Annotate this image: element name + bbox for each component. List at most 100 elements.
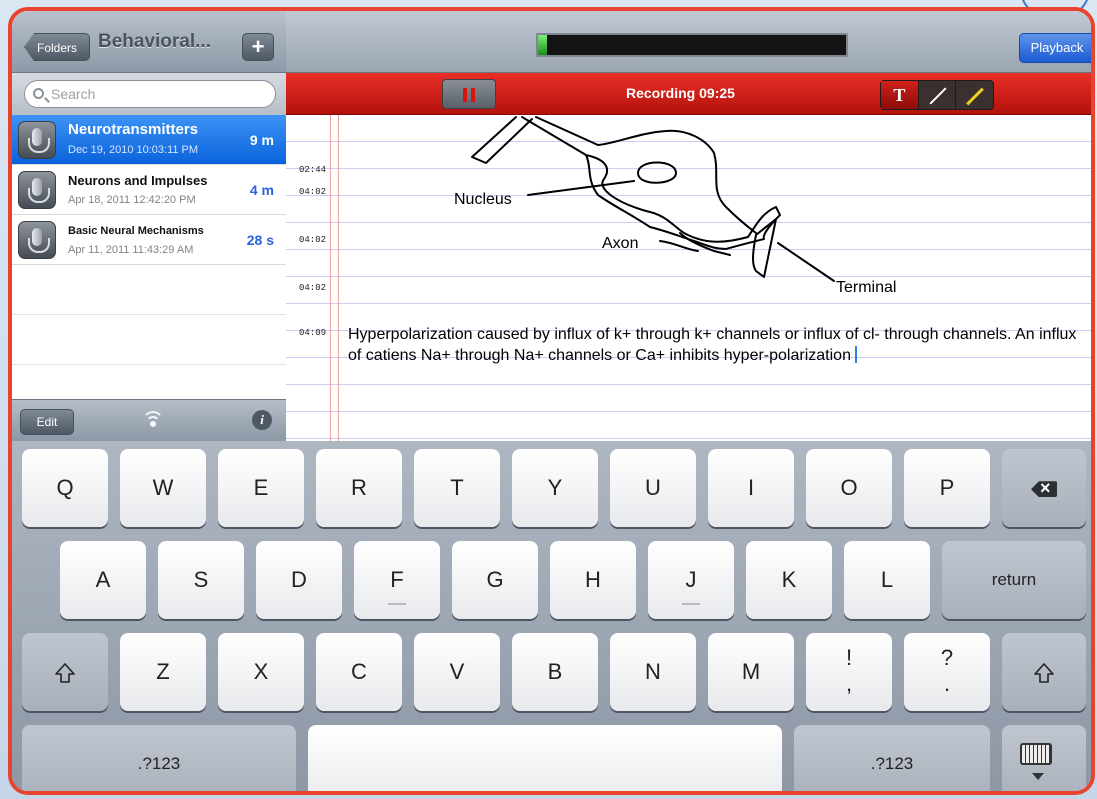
- info-icon[interactable]: i: [252, 410, 272, 430]
- backspace-key[interactable]: [1002, 449, 1086, 527]
- note-body: Hyperpolarization caused by influx of k+…: [348, 326, 1077, 364]
- nucleus-outline: [637, 161, 677, 184]
- key-l[interactable]: L: [844, 541, 930, 619]
- key-v[interactable]: V: [414, 633, 500, 711]
- return-key[interactable]: return: [942, 541, 1086, 619]
- recording-item-neurons-and-impulses[interactable]: Neurons and Impulses Apr 18, 2011 12:42:…: [12, 165, 286, 215]
- recording-duration: 9 m: [249, 132, 274, 148]
- microphone-icon: [18, 221, 56, 259]
- period-glyph: .: [943, 671, 951, 696]
- recording-title: Neurotransmitters: [68, 121, 199, 138]
- recording-item-basic-neural-mechanisms[interactable]: Basic Neural Mechanisms Apr 11, 2011 11:…: [12, 215, 286, 265]
- recording-duration: 28 s: [246, 232, 274, 248]
- key-x[interactable]: X: [218, 633, 304, 711]
- recording-title: Basic Neural Mechanisms: [68, 225, 204, 237]
- folder-title: Behavioral...: [98, 31, 211, 52]
- add-recording-button[interactable]: +: [242, 33, 274, 61]
- key-exclaim-comma[interactable]: ! ,: [806, 633, 892, 711]
- home-row-marker: [682, 603, 700, 605]
- recording-date: Dec 19, 2010 10:03:11 PM: [68, 144, 199, 156]
- highlighter-tool-button[interactable]: [956, 81, 993, 109]
- key-y[interactable]: Y: [512, 449, 598, 527]
- text-cursor: [854, 346, 857, 363]
- microphone-icon: [18, 171, 56, 209]
- app-frame: Folders Behavioral... + Search Neurotran…: [8, 7, 1095, 795]
- recording-date: Apr 11, 2011 11:43:29 AM: [68, 244, 194, 256]
- numbers-key-right[interactable]: .?123: [794, 725, 990, 791]
- line-tool-button[interactable]: [919, 81, 957, 109]
- audio-level-meter: [536, 33, 848, 57]
- shift-icon: [55, 663, 75, 683]
- key-c[interactable]: C: [316, 633, 402, 711]
- key-f[interactable]: F: [354, 541, 440, 619]
- shift-icon: [1034, 663, 1054, 683]
- text-tool-button[interactable]: T: [881, 81, 919, 109]
- terminal-pointer: [777, 242, 835, 282]
- microphone-icon: [18, 121, 56, 159]
- numbers-key-left[interactable]: .?123: [22, 725, 296, 791]
- key-s[interactable]: S: [158, 541, 244, 619]
- key-g[interactable]: G: [452, 541, 538, 619]
- note-text[interactable]: Hyperpolarization caused by influx of k+…: [348, 324, 1078, 366]
- key-w[interactable]: W: [120, 449, 206, 527]
- recordings-list: Neurotransmitters Dec 19, 2010 10:03:11 …: [12, 115, 286, 265]
- key-t[interactable]: T: [414, 449, 500, 527]
- key-i[interactable]: I: [708, 449, 794, 527]
- nucleus-label: Nucleus: [454, 191, 512, 208]
- key-b[interactable]: B: [512, 633, 598, 711]
- backspace-icon: [1031, 481, 1057, 498]
- key-z[interactable]: Z: [120, 633, 206, 711]
- sidebar-navbar: Folders Behavioral... +: [12, 11, 286, 73]
- sidebar: Folders Behavioral... + Search Neurotran…: [12, 11, 286, 441]
- wifi-sharing-icon[interactable]: [142, 409, 164, 429]
- key-e[interactable]: E: [218, 449, 304, 527]
- pause-button[interactable]: [442, 79, 496, 109]
- dendrite-stroke: [521, 116, 599, 156]
- neuron-sketch: [471, 116, 835, 282]
- folders-back-button[interactable]: Folders: [24, 33, 90, 61]
- key-n[interactable]: N: [610, 633, 696, 711]
- recording-status: Recording 09:25: [626, 85, 735, 101]
- dendrite-stroke: [471, 116, 533, 164]
- key-r[interactable]: R: [316, 449, 402, 527]
- key-a[interactable]: A: [60, 541, 146, 619]
- nucleus-pointer: [527, 180, 635, 196]
- axon-label: Axon: [602, 235, 639, 252]
- key-p[interactable]: P: [904, 449, 990, 527]
- search-bar: Search: [12, 73, 286, 115]
- playback-button[interactable]: Playback: [1019, 33, 1091, 63]
- hide-keyboard-key[interactable]: [1002, 725, 1086, 791]
- home-row-marker: [388, 603, 406, 605]
- key-q[interactable]: Q: [22, 449, 108, 527]
- shift-right-key[interactable]: [1002, 633, 1086, 711]
- recording-date: Apr 18, 2011 12:42:20 PM: [68, 194, 196, 206]
- onscreen-keyboard: Q W E R T Y U I O P A S D F G H J K L re…: [12, 441, 1091, 791]
- key-j-label: J: [685, 567, 697, 592]
- search-placeholder: Search: [51, 86, 96, 102]
- pause-icon: [463, 88, 467, 102]
- key-question-period[interactable]: ? .: [904, 633, 990, 711]
- notes-page[interactable]: 02:44 04:02 04:02 04:02 04:09 Nucleus Ax…: [286, 115, 1091, 441]
- search-icon: [33, 88, 44, 99]
- key-j[interactable]: J: [648, 541, 734, 619]
- key-o[interactable]: O: [806, 449, 892, 527]
- top-toolbar: Playback: [286, 11, 1091, 73]
- recording-title: Neurons and Impulses: [68, 173, 208, 188]
- exclaim-glyph: !: [845, 645, 853, 670]
- edit-button[interactable]: Edit: [20, 409, 74, 435]
- notes-panel: Playback Recording 09:25 T 02:44 04:02 0…: [286, 11, 1091, 441]
- key-h[interactable]: H: [550, 541, 636, 619]
- key-u[interactable]: U: [610, 449, 696, 527]
- key-d[interactable]: D: [256, 541, 342, 619]
- recording-item-neurotransmitters[interactable]: Neurotransmitters Dec 19, 2010 10:03:11 …: [12, 115, 286, 165]
- audio-level-fill: [538, 35, 548, 55]
- key-m[interactable]: M: [708, 633, 794, 711]
- space-bar[interactable]: [308, 725, 782, 791]
- shift-left-key[interactable]: [22, 633, 108, 711]
- timestamp[interactable]: 04:09: [299, 328, 326, 338]
- search-input[interactable]: Search: [24, 80, 276, 108]
- key-k[interactable]: K: [746, 541, 832, 619]
- keyboard-hide-icon: [1020, 743, 1052, 780]
- recording-duration: 4 m: [249, 182, 274, 198]
- recording-bar: Recording 09:25 T: [286, 73, 1091, 115]
